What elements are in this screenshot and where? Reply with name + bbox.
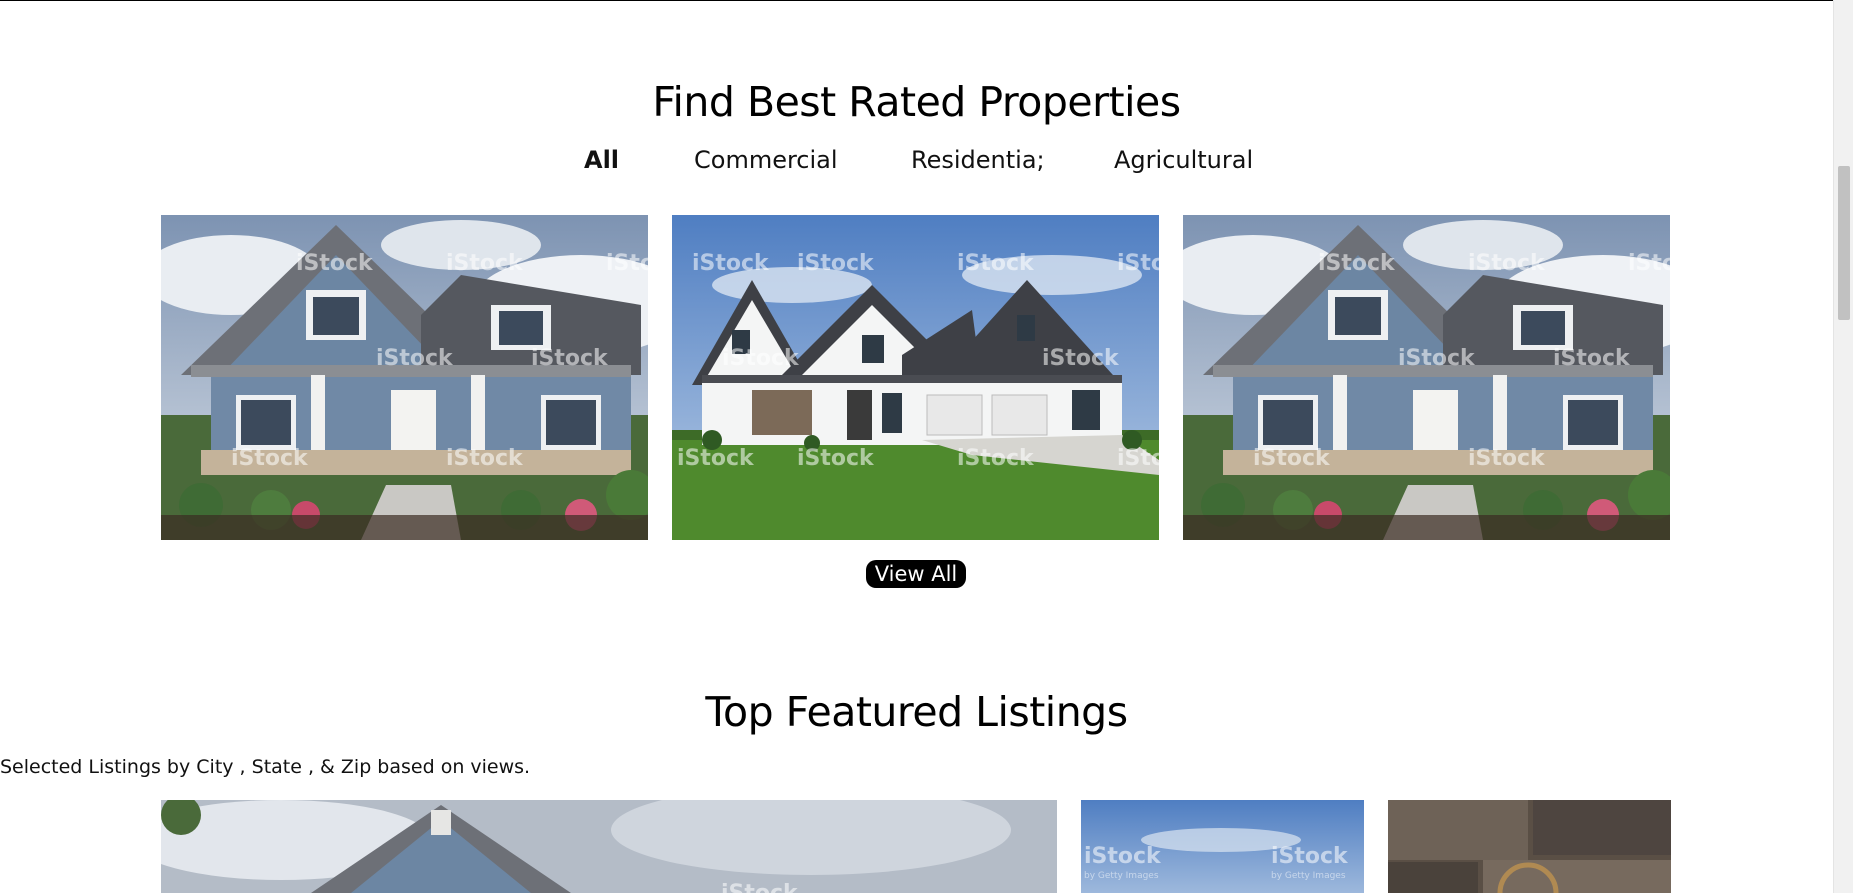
featured-listings-subtitle: Selected Listings by City , State , & Zi…: [0, 756, 531, 778]
svg-text:iStock: iStock: [1398, 346, 1476, 371]
svg-text:iStock: iStock: [721, 881, 799, 893]
svg-text:iStock: iStock: [1553, 346, 1631, 371]
svg-text:iStock: iStock: [446, 446, 524, 471]
svg-text:iStock: iStock: [231, 446, 309, 471]
svg-text:iStock: iStock: [1468, 251, 1546, 276]
section-title-top-featured: Top Featured Listings: [705, 688, 1128, 736]
view-all-button[interactable]: View All: [866, 560, 966, 588]
property-card-image[interactable]: iStock iStock iStock iStock iStock iStoc…: [161, 215, 648, 540]
svg-text:iStock: iStock: [692, 251, 770, 276]
sky-image: iStock by Getty Images iStock by Getty I…: [1081, 800, 1364, 893]
svg-text:iStock: iStock: [797, 446, 875, 471]
svg-text:iStock: iStock: [1117, 251, 1159, 276]
tab-commercial[interactable]: Commercial: [694, 146, 838, 174]
svg-text:iStock: iStock: [1271, 844, 1349, 869]
blue-craftsman-house-image: iStock iStock iStock iStock iStock iStoc…: [161, 215, 648, 540]
svg-text:iStock: iStock: [1084, 844, 1162, 869]
svg-text:iStock: iStock: [606, 251, 648, 276]
svg-text:iStock: iStock: [296, 251, 374, 276]
featured-listing-card[interactable]: iStock by Getty Images iStock by Getty I…: [1081, 800, 1364, 893]
svg-text:by Getty Images: by Getty Images: [1271, 871, 1346, 881]
svg-text:by Getty Images: by Getty Images: [1084, 871, 1159, 881]
svg-text:iStock: iStock: [1117, 446, 1159, 471]
svg-text:iStock: iStock: [797, 251, 875, 276]
page-content: Find Best Rated Properties All Commercia…: [0, 0, 1833, 893]
svg-text:iStock: iStock: [1628, 251, 1670, 276]
tab-residential[interactable]: Residentia;: [911, 146, 1045, 174]
svg-text:iStock: iStock: [531, 346, 609, 371]
white-farmhouse-image: iStock iStock iStock iStock iStock iStoc…: [672, 215, 1159, 540]
property-category-tabs: All Commercial Residentia; Agricultural: [0, 146, 1833, 178]
svg-text:iStock: iStock: [1042, 346, 1120, 371]
svg-text:iStock: iStock: [376, 346, 454, 371]
tab-agricultural[interactable]: Agricultural: [1114, 146, 1253, 174]
vertical-scrollbar[interactable]: [1833, 0, 1853, 893]
svg-text:iStock: iStock: [957, 446, 1035, 471]
section-title-best-rated: Find Best Rated Properties: [652, 78, 1181, 126]
property-card-image[interactable]: iStock iStock iStock iStock iStock iStoc…: [672, 215, 1159, 540]
property-card-image[interactable]: iStock iStock iStock iStock iStock iStoc…: [1183, 215, 1670, 540]
svg-text:iStock: iStock: [677, 446, 755, 471]
svg-text:iStock: iStock: [722, 346, 800, 371]
svg-text:iStock: iStock: [957, 251, 1035, 276]
svg-text:iStock: iStock: [1253, 446, 1331, 471]
featured-listing-card[interactable]: [1388, 800, 1671, 893]
blue-craftsman-house-image: iStock iStock iStock iStock iStock iStoc…: [1183, 215, 1670, 540]
scrollbar-thumb[interactable]: [1838, 166, 1850, 320]
featured-listing-card[interactable]: iStock: [161, 800, 1057, 893]
svg-text:iStock: iStock: [1468, 446, 1546, 471]
blue-craftsman-house-image: iStock: [161, 800, 1057, 893]
tab-all[interactable]: All: [584, 146, 619, 174]
interior-stone-wall-image: [1388, 800, 1671, 893]
svg-text:iStock: iStock: [1318, 251, 1396, 276]
svg-text:iStock: iStock: [446, 251, 524, 276]
